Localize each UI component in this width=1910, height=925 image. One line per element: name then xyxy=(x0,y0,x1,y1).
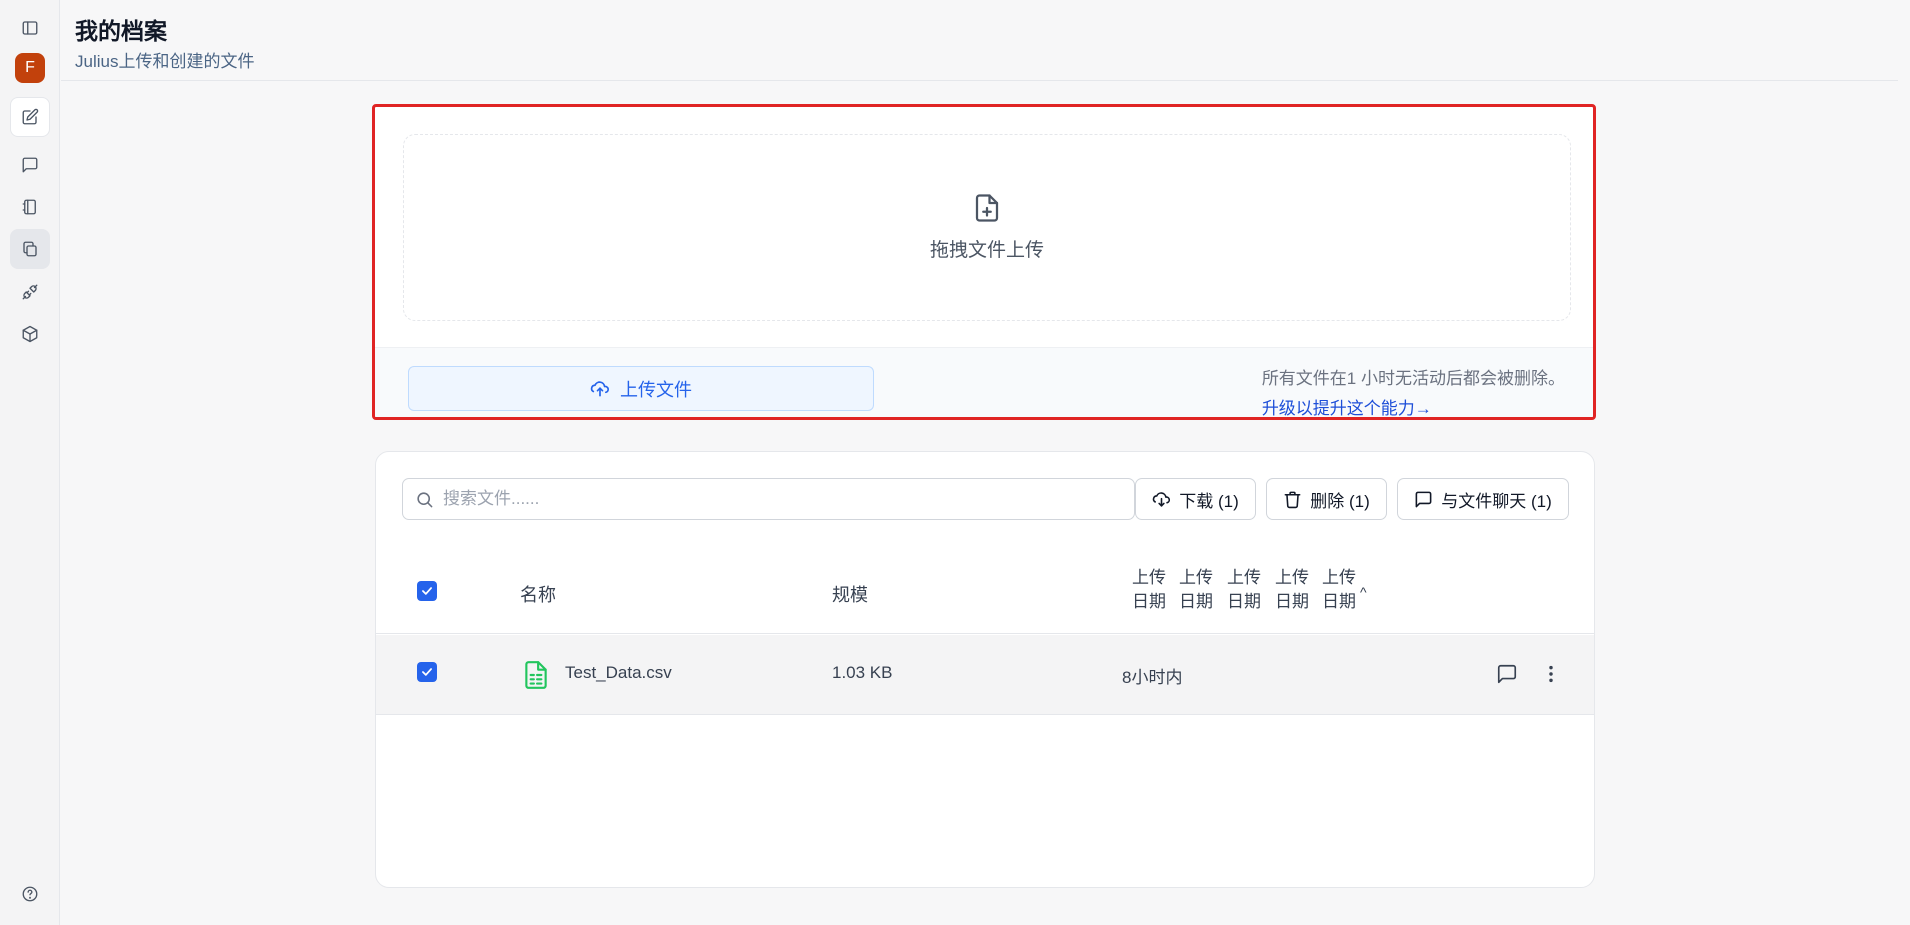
files-icon xyxy=(23,241,37,257)
check-icon xyxy=(422,587,432,595)
search-icon xyxy=(417,492,433,508)
search-field[interactable] xyxy=(402,478,1135,520)
search-input[interactable] xyxy=(443,479,1123,519)
row-checkbox[interactable] xyxy=(417,662,437,682)
help-icon xyxy=(22,886,38,902)
table-header: 名称 规模 上传日期 上传日期 上传日期 上传日期 上传日期 ^ xyxy=(376,552,1594,634)
sidebar-toggle-button[interactable] xyxy=(10,8,50,48)
column-header-date[interactable]: 上传日期 xyxy=(1319,566,1359,614)
notebook-icon xyxy=(22,199,36,215)
plug-icon xyxy=(22,284,38,300)
apps-nav-button[interactable] xyxy=(10,314,50,354)
file-name[interactable]: Test_Data.csv xyxy=(565,663,672,683)
file-upload-date: 8小时内 xyxy=(1122,668,1183,687)
chat-with-file-button[interactable]: 与文件聊天 (1) xyxy=(1397,478,1569,520)
upload-file-label: 上传文件 xyxy=(620,379,692,400)
download-button[interactable]: 下载 (1) xyxy=(1135,478,1256,520)
column-header-size[interactable]: 规模 xyxy=(832,581,868,607)
download-label: 下载 (1) xyxy=(1179,491,1239,511)
column-header-date[interactable]: 上传日期 xyxy=(1129,566,1169,614)
files-table-card: 下载 (1) 删除 (1) 与文件聊天 (1) 名称 规模 上传日期 上传日期 … xyxy=(375,451,1595,888)
row-chat-button[interactable] xyxy=(1496,663,1520,687)
chat-icon xyxy=(22,157,38,173)
column-header-date[interactable]: 上传日期 xyxy=(1224,566,1264,614)
cloud-upload-icon xyxy=(590,380,610,396)
page-subtitle: Julius上传和创建的文件 xyxy=(75,52,255,71)
file-plus-icon xyxy=(975,194,999,222)
files-nav-button[interactable] xyxy=(10,229,50,269)
csv-file-icon xyxy=(523,660,549,690)
deletion-notice-text: 所有文件在1 小时无活动后都会被删除。 xyxy=(1261,369,1565,388)
page-title: 我的档案 xyxy=(75,18,167,44)
sort-caret-icon[interactable]: ^ xyxy=(1360,584,1367,600)
upgrade-link[interactable]: 升级以提升这个能力→ xyxy=(1262,394,1565,417)
upload-panel: 拖拽文件上传 上传文件 所有文件在1 小时无活动后都会被删除。 升级以提升这个能… xyxy=(372,104,1596,420)
deletion-notice: 所有文件在1 小时无活动后都会被删除。 升级以提升这个能力→ xyxy=(1261,364,1565,417)
cloud-download-icon xyxy=(1153,491,1171,507)
column-header-date[interactable]: 上传日期 xyxy=(1176,566,1216,614)
check-icon xyxy=(422,668,432,676)
chat-icon xyxy=(1415,491,1432,507)
sidebar-toggle-icon xyxy=(22,21,38,35)
more-vertical-icon xyxy=(1549,665,1553,683)
new-chat-button[interactable] xyxy=(10,97,50,137)
cube-icon xyxy=(22,325,38,343)
integrations-nav-button[interactable] xyxy=(10,272,50,312)
table-row[interactable]: Test_Data.csv 1.03 KB 8小时内 xyxy=(376,635,1594,715)
column-header-date[interactable]: 上传日期 xyxy=(1272,566,1312,614)
avatar[interactable]: F xyxy=(15,53,45,83)
upload-footer: 上传文件 所有文件在1 小时无活动后都会被删除。 升级以提升这个能力→ xyxy=(375,347,1593,417)
page-header: 我的档案 Julius上传和创建的文件 xyxy=(61,0,1910,81)
upload-file-button[interactable]: 上传文件 xyxy=(408,366,874,411)
column-header-name[interactable]: 名称 xyxy=(520,581,556,607)
select-all-checkbox[interactable] xyxy=(417,581,437,601)
sidebar: F xyxy=(0,0,60,925)
window-edge xyxy=(1898,0,1910,925)
chat-icon xyxy=(1497,664,1517,684)
notebooks-nav-button[interactable] xyxy=(10,187,50,227)
delete-button[interactable]: 删除 (1) xyxy=(1266,478,1387,520)
new-chat-icon xyxy=(22,108,39,125)
file-dropzone[interactable]: 拖拽文件上传 xyxy=(403,134,1571,321)
file-size: 1.03 KB xyxy=(832,663,893,682)
chat-with-file-label: 与文件聊天 (1) xyxy=(1441,491,1552,511)
row-more-button[interactable] xyxy=(1540,663,1564,687)
chats-nav-button[interactable] xyxy=(10,145,50,185)
help-button[interactable] xyxy=(10,874,50,914)
dropzone-label: 拖拽文件上传 xyxy=(929,240,1044,261)
trash-icon xyxy=(1284,491,1301,508)
delete-label: 删除 (1) xyxy=(1310,491,1370,511)
